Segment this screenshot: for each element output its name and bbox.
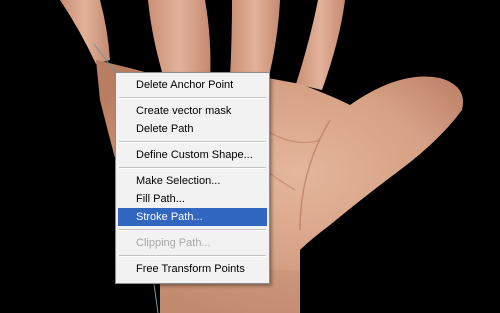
menu-item-delete-path[interactable]: Delete Path — [116, 120, 269, 138]
photoshop-canvas[interactable]: Delete Anchor Point Create vector mask D… — [0, 0, 500, 313]
menu-separator — [119, 255, 266, 257]
menu-item-free-transform-points[interactable]: Free Transform Points — [116, 260, 269, 278]
menu-item-delete-anchor-point[interactable]: Delete Anchor Point — [116, 76, 269, 94]
menu-separator — [119, 167, 266, 169]
menu-item-fill-path[interactable]: Fill Path... — [116, 190, 269, 208]
menu-separator — [119, 229, 266, 231]
menu-separator — [119, 97, 266, 99]
menu-item-create-vector-mask[interactable]: Create vector mask — [116, 102, 269, 120]
context-menu: Delete Anchor Point Create vector mask D… — [115, 72, 270, 284]
menu-item-define-custom-shape[interactable]: Define Custom Shape... — [116, 146, 269, 164]
menu-item-make-selection[interactable]: Make Selection... — [116, 172, 269, 190]
menu-separator — [119, 141, 266, 143]
menu-item-clipping-path: Clipping Path... — [136, 237, 211, 249]
menu-item-stroke-path[interactable]: Stroke Path... — [118, 208, 267, 226]
